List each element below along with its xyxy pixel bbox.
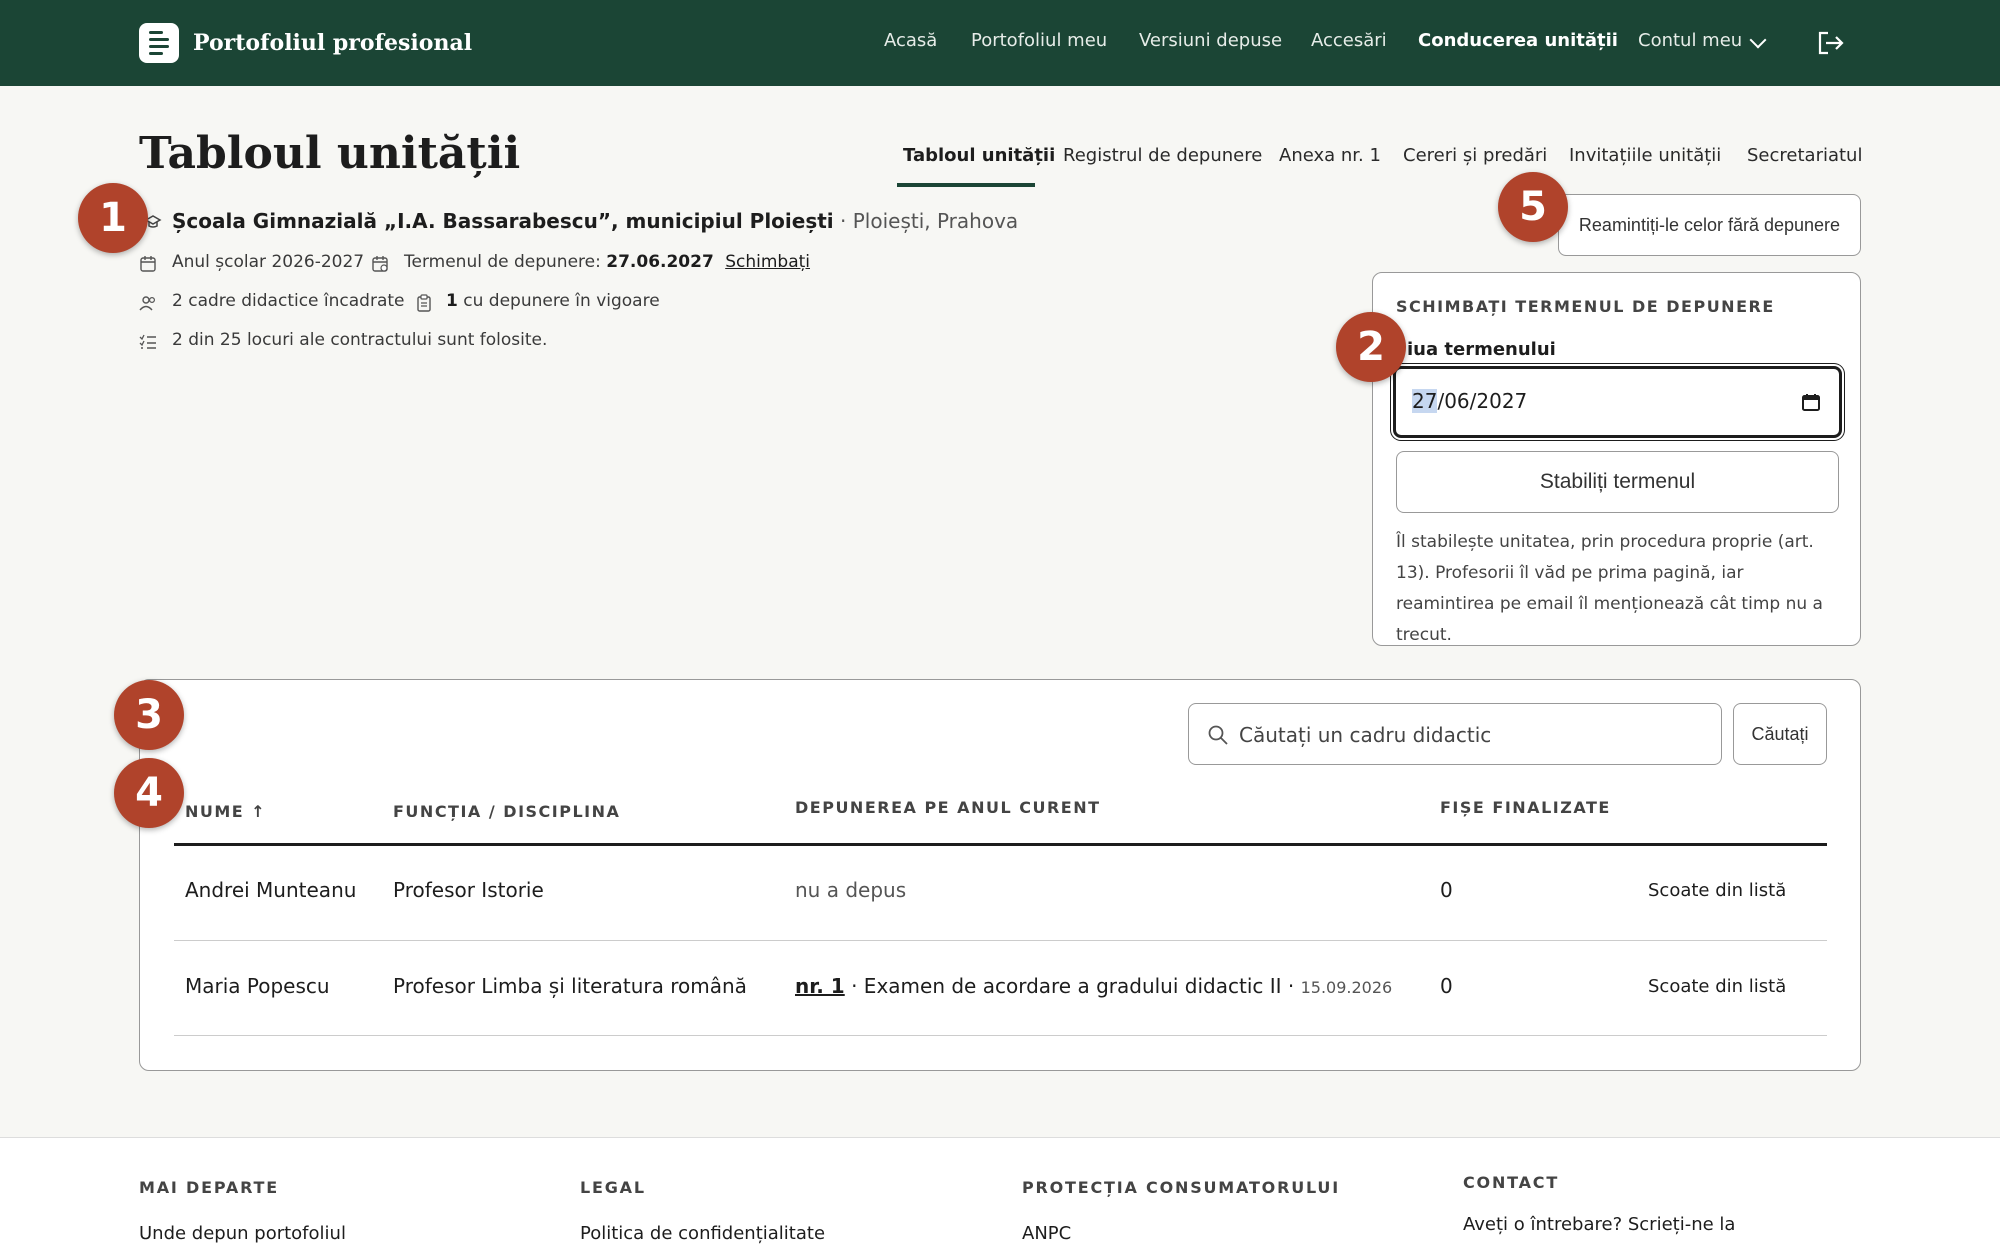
set-deadline-button[interactable]: Stabiliți termenul xyxy=(1396,451,1839,513)
tab-registrul-de-depunere[interactable]: Registrul de depunere xyxy=(1063,145,1262,166)
nav-accesari[interactable]: Accesări xyxy=(1311,30,1387,51)
submission-date: 15.09.2026 xyxy=(1300,978,1393,997)
search-input[interactable] xyxy=(1239,716,1709,754)
remind-button[interactable]: Reamintiți-le celor fără depunere xyxy=(1558,194,1861,256)
date-day-segment[interactable]: 27 xyxy=(1412,389,1438,413)
deadline-help-text: Îl stabilește unitatea, prin procedura p… xyxy=(1396,532,1823,645)
footer-heading-consumer: PROTECȚIA CONSUMATORULUI xyxy=(1022,1178,1340,1197)
document-icon xyxy=(139,23,179,63)
calendar-icon xyxy=(140,256,156,272)
footer-link-privacy[interactable]: Politica de confidențialitate xyxy=(580,1223,825,1244)
school-year: Anul școlar 2026-2027 xyxy=(172,252,365,272)
finalized-count: 0 xyxy=(1440,974,1453,998)
marker-4: 4 xyxy=(114,758,184,828)
submission-link[interactable]: nr. 1 xyxy=(795,974,845,998)
nav-portofoliul-meu[interactable]: Portofoliul meu xyxy=(971,30,1107,51)
marker-3: 3 xyxy=(114,680,184,750)
row-divider xyxy=(174,1035,1827,1036)
tab-invitatiile-unitatii[interactable]: Invitațiile unității xyxy=(1569,145,1721,166)
date-value: 27/06/2027 xyxy=(1412,389,1527,413)
teacher-name: Maria Popescu xyxy=(185,974,330,998)
footer-heading-legal: LEGAL xyxy=(580,1178,646,1197)
remove-from-list-button[interactable]: Scoate din listă xyxy=(1648,880,1786,901)
column-header-name[interactable]: NUME ↑ xyxy=(185,802,266,821)
search-button[interactable]: Căutați xyxy=(1733,703,1827,765)
deadline-value: 27.06.2027 xyxy=(606,252,714,272)
change-deadline-link[interactable]: Schimbați xyxy=(725,252,810,272)
tab-tabloul-unitatii[interactable]: Tabloul unității xyxy=(903,145,1055,166)
deadline-panel: SCHIMBAȚI TERMENUL DE DEPUNERE iua terme… xyxy=(1372,272,1861,646)
tab-cereri-si-predari[interactable]: Cereri și predări xyxy=(1403,145,1547,166)
chevron-down-icon[interactable] xyxy=(1749,31,1767,49)
unit-name: Școala Gimnazială „I.A. Bassarabescu”, m… xyxy=(172,209,834,233)
list-check-icon xyxy=(139,334,156,349)
footer-link-anpc[interactable]: ANPC xyxy=(1022,1223,1071,1244)
active-text: cu depunere în vigoare xyxy=(457,291,660,311)
calendar-clock-icon xyxy=(372,256,388,272)
date-rest: /06/2027 xyxy=(1437,389,1528,413)
deadline-date-input[interactable]: 27/06/2027 xyxy=(1393,366,1842,438)
active-tab-indicator xyxy=(897,183,1035,187)
panel-title: SCHIMBAȚI TERMENUL DE DEPUNERE xyxy=(1396,297,1775,316)
deadline-date-label: iua termenului xyxy=(1407,339,1556,360)
tab-anexa-nr-1[interactable]: Anexa nr. 1 xyxy=(1279,145,1381,166)
footer: MAI DEPARTE Unde depun portofoliul LEGAL… xyxy=(0,1137,2000,1250)
column-header-submission: DEPUNEREA PE ANUL CURENT xyxy=(795,798,1101,817)
marker-2: 2 xyxy=(1336,312,1406,382)
submission-info: nr. 1 · Examen de acordare a gradului di… xyxy=(795,974,1392,998)
deadline-info: Termenul de depunere: 27.06.2027 Schimba… xyxy=(404,252,810,272)
unit-location: · Ploiești, Prahova xyxy=(833,209,1019,233)
teacher-role: Profesor Limba și literatura română xyxy=(393,974,747,998)
users-icon xyxy=(139,296,156,311)
submission-text: · Examen de acordare a gradului didactic… xyxy=(844,974,1301,998)
clipboard-icon xyxy=(417,294,431,312)
marker-1: 1 xyxy=(78,183,148,253)
nav-contul-meu[interactable]: Contul meu xyxy=(1638,30,1742,51)
footer-contact-text: Aveți o întrebare? Scrieți-ne la xyxy=(1463,1214,1736,1235)
staff-table-card: Căutați NUME ↑ FUNCȚIA / DISCIPLINA DEPU… xyxy=(139,679,1861,1071)
top-navbar: Portofoliul profesional Acasă Portofoliu… xyxy=(0,0,2000,86)
deadline-label: Termenul de depunere: xyxy=(404,252,607,272)
teacher-name: Andrei Munteanu xyxy=(185,878,357,902)
calendar-picker-icon[interactable] xyxy=(1801,392,1821,412)
table-header-divider xyxy=(174,843,1827,846)
active-submissions: 1 cu depunere în vigoare xyxy=(446,291,660,311)
page-title: Tabloul unității xyxy=(139,128,521,179)
staff-count: 2 cadre didactice încadrate xyxy=(172,291,405,311)
footer-heading-contact: CONTACT xyxy=(1463,1173,1560,1192)
nav-conducerea-unitatii[interactable]: Conducerea unității xyxy=(1418,30,1618,51)
brand[interactable]: Portofoliul profesional xyxy=(139,23,472,63)
contract-usage: 2 din 25 locuri ale contractului sunt fo… xyxy=(172,330,548,350)
submission-status: nu a depus xyxy=(795,878,907,902)
footer-heading-more: MAI DEPARTE xyxy=(139,1178,279,1197)
row-divider xyxy=(174,940,1827,941)
column-header-finalized: FIȘE FINALIZATE xyxy=(1440,798,1611,817)
brand-title: Portofoliul profesional xyxy=(193,30,473,56)
search-box xyxy=(1188,703,1722,765)
logout-icon[interactable] xyxy=(1816,30,1846,56)
tab-secretariatul[interactable]: Secretariatul xyxy=(1747,145,1862,166)
nav-acasa[interactable]: Acasă xyxy=(884,30,937,51)
nav-versiuni-depuse[interactable]: Versiuni depuse xyxy=(1139,30,1282,51)
footer-link-where[interactable]: Unde depun portofoliul xyxy=(139,1223,346,1244)
unit-name-line: Școala Gimnazială „I.A. Bassarabescu”, m… xyxy=(172,209,1018,233)
column-header-role: FUNCȚIA / DISCIPLINA xyxy=(393,802,621,821)
active-count: 1 xyxy=(446,291,458,311)
teacher-role: Profesor Istorie xyxy=(393,878,544,902)
search-icon xyxy=(1208,725,1228,745)
remove-from-list-button[interactable]: Scoate din listă xyxy=(1648,976,1786,997)
marker-5: 5 xyxy=(1498,172,1568,242)
finalized-count: 0 xyxy=(1440,878,1453,902)
